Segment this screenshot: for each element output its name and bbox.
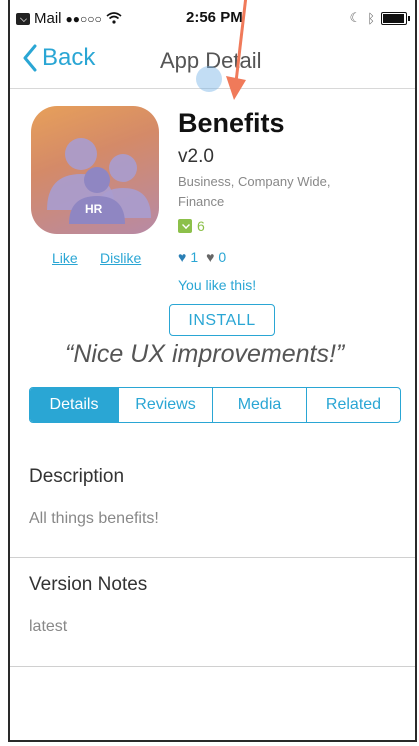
download-icon — [178, 219, 192, 233]
chevron-left-icon — [23, 44, 37, 72]
like-count: 1 — [190, 249, 199, 265]
like-link[interactable]: Like — [52, 250, 78, 266]
wifi-icon — [106, 11, 122, 27]
app-icon-label: HR — [85, 202, 103, 216]
tap-indicator — [196, 66, 222, 92]
battery-icon — [381, 11, 410, 25]
description-body: All things benefits! — [29, 510, 159, 527]
description-title: Description — [29, 466, 125, 487]
downloads-count: 6 — [178, 218, 205, 234]
back-label: Back — [42, 44, 96, 71]
status-left: Mail ●●○○○ — [16, 10, 122, 27]
carrier-label: Mail — [34, 10, 62, 27]
app-version: v2.0 — [178, 146, 214, 167]
tab-related[interactable]: Related — [307, 388, 400, 422]
bluetooth-icon: ᛒ — [367, 10, 375, 26]
tab-media[interactable]: Media — [213, 388, 307, 422]
review-quote: “Nice UX improvements!” — [65, 340, 345, 368]
mail-app-icon — [16, 12, 30, 25]
divider — [10, 557, 415, 558]
version-notes-body: latest — [29, 618, 68, 635]
detail-tabs: Details Reviews Media Related — [29, 387, 401, 423]
signal-icon: ●●○○○ — [65, 11, 102, 26]
app-icon: HR — [31, 106, 159, 234]
annotation-arrow-icon — [226, 0, 248, 100]
install-button[interactable]: INSTALL — [169, 304, 275, 336]
version-notes-title: Version Notes — [29, 574, 148, 595]
tab-reviews[interactable]: Reviews — [119, 388, 213, 422]
status-right: ☾ ᛒ — [349, 10, 410, 26]
phone-screen: Mail ●●○○○ 2:56 PM ☾ ᛒ Back App Detail H… — [8, 0, 417, 742]
downloads-value: 6 — [197, 218, 205, 234]
tab-details[interactable]: Details — [30, 388, 119, 422]
divider — [10, 666, 415, 667]
moon-icon: ☾ — [349, 10, 362, 25]
back-button[interactable]: Back — [22, 44, 95, 72]
dislike-count: 0 — [218, 249, 227, 265]
heart-broken-icon: ♥ — [206, 249, 215, 265]
dislike-link[interactable]: Dislike — [100, 250, 141, 266]
status-bar: Mail ●●○○○ 2:56 PM ☾ ᛒ — [10, 0, 415, 38]
you-like-message: You like this! — [178, 277, 257, 293]
heart-filled-icon: ♥ — [178, 249, 187, 265]
app-categories: Business, Company Wide, Finance — [178, 174, 331, 209]
votes-summary: ♥ 1 ♥ 0 — [178, 249, 226, 265]
app-name: Benefits — [178, 108, 285, 138]
